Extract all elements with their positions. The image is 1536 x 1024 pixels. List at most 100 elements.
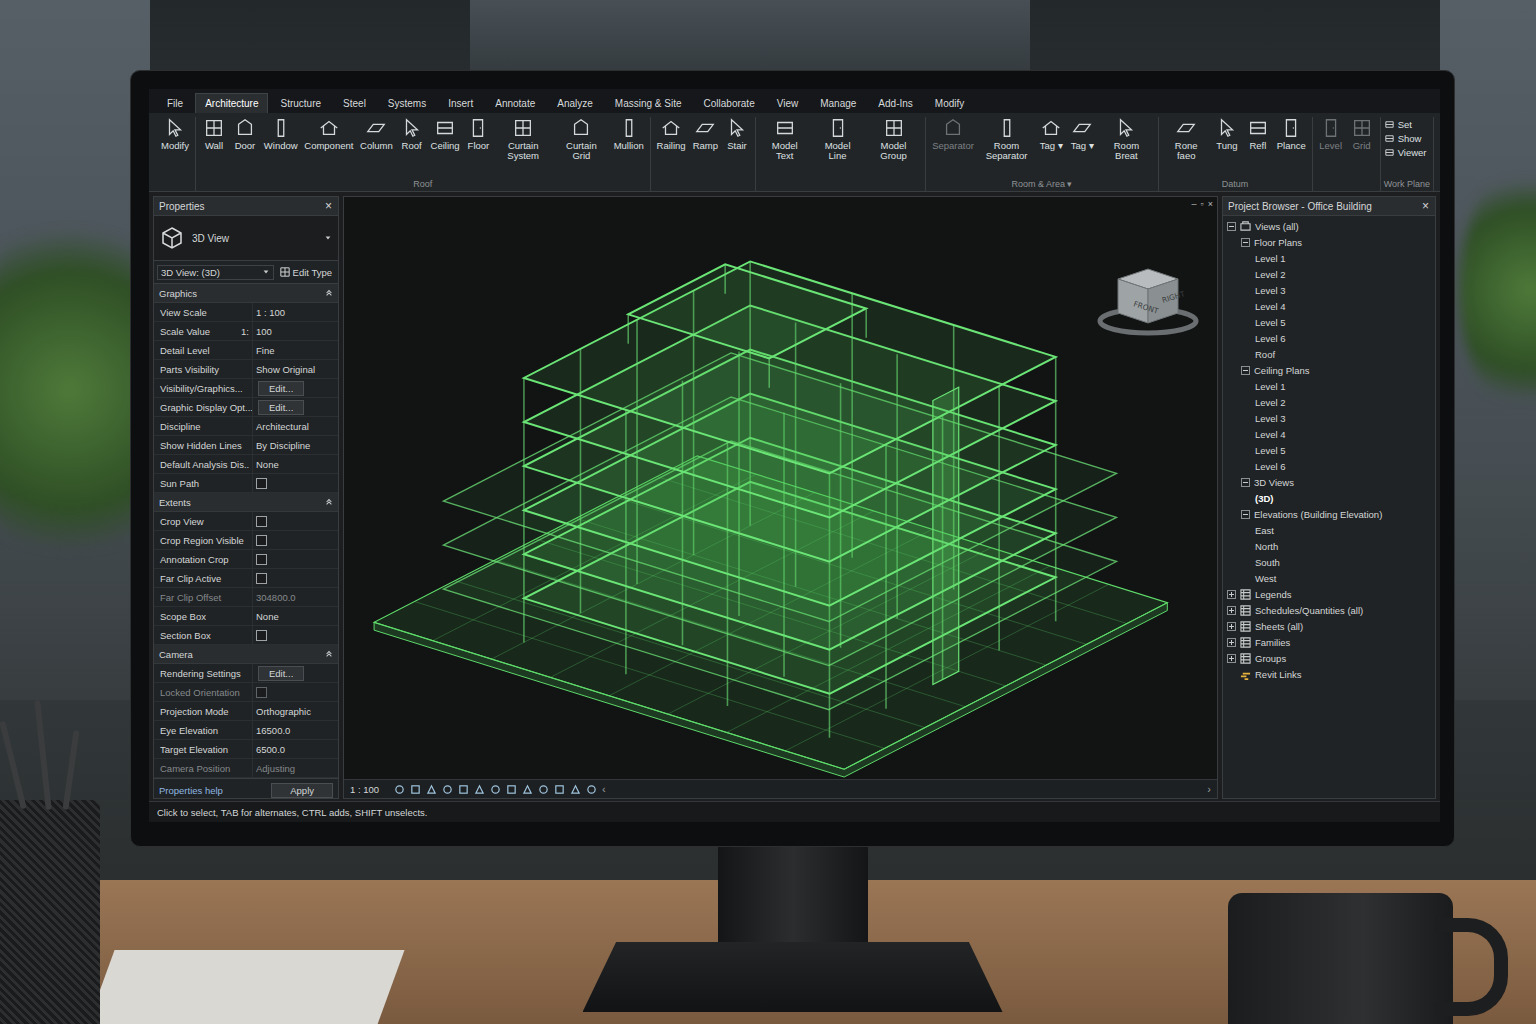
tree-item[interactable]: Level 2 — [1223, 266, 1435, 282]
ribbon-tool[interactable]: Refl — [1243, 117, 1273, 178]
model-canvas[interactable]: FRONTRIGHT — [344, 211, 1217, 779]
property-value[interactable]: None — [252, 607, 338, 625]
ribbon-tab[interactable]: File — [157, 93, 193, 113]
tree-item[interactable]: Revit Links — [1223, 666, 1435, 682]
tree-item[interactable]: Level 2 — [1223, 394, 1435, 410]
property-value[interactable]: Orthographic — [252, 702, 338, 720]
checkbox[interactable] — [256, 630, 267, 641]
ribbon-tab[interactable]: View — [767, 93, 809, 113]
section-header[interactable]: Camera — [154, 645, 338, 664]
ribbon-tab[interactable]: Manage — [810, 93, 866, 113]
expand-toggle[interactable] — [1227, 654, 1236, 663]
view-control-icon[interactable] — [458, 784, 469, 795]
ribbon-tool[interactable]: Modify — [158, 117, 192, 191]
ribbon-tab[interactable]: Add-Ins — [868, 93, 922, 113]
expand-toggle[interactable] — [1227, 606, 1236, 615]
ribbon-tab[interactable]: Massing & Site — [605, 93, 692, 113]
tree-item[interactable]: Level 5 — [1223, 314, 1435, 330]
view-dropdown[interactable]: 3D View: (3D) — [157, 265, 274, 280]
section-header[interactable]: Graphics — [154, 284, 338, 303]
ribbon-tool-small[interactable]: Set — [1384, 119, 1430, 130]
ribbon-tool[interactable]: Door — [230, 117, 260, 178]
properties-help-link[interactable]: Properties help — [159, 785, 223, 796]
expand-toggle[interactable] — [1241, 366, 1250, 375]
tree-item[interactable]: Level 4 — [1223, 298, 1435, 314]
checkbox[interactable] — [256, 554, 267, 565]
ribbon-tool[interactable]: Separator — [929, 117, 976, 178]
property-value[interactable]: Edit... — [252, 398, 338, 416]
view-scale[interactable]: 1 : 100 — [350, 784, 389, 795]
property-value[interactable]: 16500.0 — [252, 721, 338, 739]
ribbon-tool[interactable]: Room Breat — [1098, 117, 1154, 178]
ribbon-tab[interactable]: Structure — [270, 93, 331, 113]
ribbon-tool[interactable]: Roof — [397, 117, 427, 178]
ribbon-tool[interactable]: Tag ▾ — [1067, 117, 1097, 178]
property-value[interactable] — [252, 550, 338, 568]
view-control-icon[interactable] — [474, 784, 485, 795]
property-value[interactable] — [252, 569, 338, 587]
property-value[interactable] — [252, 626, 338, 644]
ribbon-tool[interactable]: Rone faeo — [1162, 117, 1211, 178]
expand-toggle[interactable] — [1241, 510, 1250, 519]
viewcube[interactable]: FRONTRIGHT — [1093, 261, 1203, 341]
property-value[interactable]: Edit... — [252, 379, 338, 397]
tree-item[interactable]: Level 6 — [1223, 330, 1435, 346]
tree-item[interactable]: South — [1223, 554, 1435, 570]
ribbon-tool[interactable]: Wall — [199, 117, 229, 178]
property-value[interactable] — [252, 531, 338, 549]
property-value[interactable]: 100 — [252, 322, 338, 340]
tree-item[interactable]: Level 5 — [1223, 442, 1435, 458]
ribbon-tool[interactable]: Railing — [654, 117, 689, 191]
tree-item[interactable]: Level 1 — [1223, 250, 1435, 266]
tree-item[interactable]: Level 3 — [1223, 282, 1435, 298]
tree-item[interactable]: Legends — [1223, 586, 1435, 602]
close-button[interactable]: × — [1420, 200, 1431, 212]
tree-item[interactable]: (3D) — [1223, 490, 1435, 506]
tree-item[interactable]: Level 6 — [1223, 458, 1435, 474]
ribbon-tool[interactable]: Grid — [1347, 117, 1377, 191]
expand-toggle[interactable] — [1227, 222, 1236, 231]
view-control-icon[interactable] — [538, 784, 549, 795]
view-control-icon[interactable] — [426, 784, 437, 795]
ribbon-tool-small[interactable]: Show — [1384, 133, 1430, 144]
ribbon-tool[interactable]: Model Group — [865, 117, 923, 191]
tree-item[interactable]: 3D Views — [1223, 474, 1435, 490]
ribbon-tool[interactable]: Ceiling — [428, 117, 463, 178]
view-control-icon[interactable] — [490, 784, 501, 795]
tree-item[interactable]: Roof — [1223, 346, 1435, 362]
view-control-icon[interactable] — [410, 784, 421, 795]
ribbon-tab[interactable]: Modify — [925, 93, 974, 113]
ribbon-tool[interactable]: Tag ▾ — [1036, 117, 1066, 178]
property-value[interactable] — [252, 474, 338, 492]
ribbon-tool-small[interactable]: Viewer — [1384, 147, 1430, 158]
edit-type-button[interactable]: Edit Type — [277, 266, 335, 279]
view-control-icon[interactable] — [586, 784, 597, 795]
checkbox[interactable] — [256, 573, 267, 584]
view-control-icon[interactable] — [394, 784, 405, 795]
ribbon-tool[interactable]: Room Separator — [978, 117, 1036, 178]
apply-button[interactable]: Apply — [271, 783, 333, 798]
property-value[interactable] — [252, 512, 338, 530]
tree-item[interactable]: East — [1223, 522, 1435, 538]
tree-item[interactable]: West — [1223, 570, 1435, 586]
expand-toggle[interactable] — [1227, 638, 1236, 647]
ribbon-tab[interactable]: Annotate — [485, 93, 545, 113]
ribbon-tool[interactable]: Ramp — [690, 117, 721, 191]
ribbon-tab[interactable]: Analyze — [547, 93, 603, 113]
expand-toggle[interactable] — [1241, 478, 1250, 487]
type-selector[interactable]: 3D View — [154, 216, 338, 261]
ribbon-tool[interactable]: Stair — [722, 117, 752, 191]
tree-item[interactable]: Level 4 — [1223, 426, 1435, 442]
tree-item[interactable]: Elevations (Building Elevation) — [1223, 506, 1435, 522]
checkbox[interactable] — [256, 535, 267, 546]
ribbon-tool[interactable]: Curtain Grid — [553, 117, 610, 178]
edit-button[interactable]: Edit... — [258, 666, 304, 681]
ribbon-tab[interactable]: Architecture — [195, 93, 268, 113]
tree-item[interactable]: Level 1 — [1223, 378, 1435, 394]
tree-item[interactable]: Ceiling Plans — [1223, 362, 1435, 378]
view-control-icon[interactable] — [570, 784, 581, 795]
property-value[interactable]: 6500.0 — [252, 740, 338, 758]
property-value[interactable]: Architectural — [252, 417, 338, 435]
scroll-left[interactable]: ‹ — [602, 783, 606, 795]
ribbon-tool[interactable]: Component — [301, 117, 356, 178]
